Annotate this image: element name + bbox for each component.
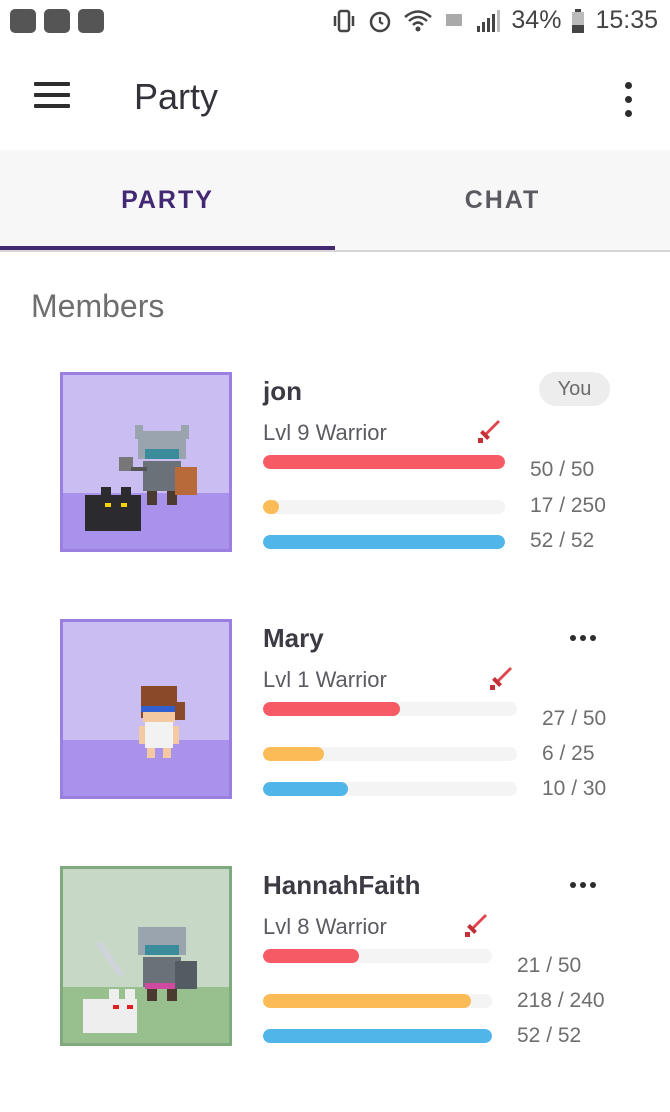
experience-value: 218 / 240 — [517, 989, 605, 1012]
mana-bar-fill — [263, 535, 505, 549]
experience-bar-fill — [263, 747, 324, 761]
health-value: 50 / 50 — [530, 458, 595, 481]
mana-bar — [263, 782, 517, 796]
member-name: HannahFaith — [263, 870, 421, 900]
experience-bar — [263, 500, 505, 514]
vibrate-icon — [334, 9, 355, 32]
tab-party[interactable]: PARTY — [0, 150, 335, 250]
experience-bar-fill — [263, 994, 471, 1008]
member-card-mary[interactable]: Mary Lvl 1 Warrior 27 / 50 6 / 25 10 / 3… — [0, 619, 670, 809]
health-bar — [263, 455, 505, 469]
member-options-icon[interactable] — [570, 880, 596, 890]
clock-time: 15:35 — [595, 6, 658, 34]
health-bar — [263, 702, 517, 716]
warrior-avatar-sprite — [83, 927, 197, 1033]
member-level-class: Lvl 9 Warrior — [263, 420, 387, 445]
notification-icons — [10, 9, 104, 33]
member-name: Mary — [263, 623, 324, 653]
activity-notification-icon — [44, 9, 70, 33]
you-badge: You — [539, 372, 610, 406]
mana-bar — [263, 1029, 492, 1043]
battery-percent: 34% — [511, 6, 562, 34]
health-bar-fill — [263, 702, 401, 716]
health-bar-fill — [263, 949, 360, 963]
warrior-sword-icon — [490, 667, 512, 690]
warrior-sword-icon — [478, 420, 500, 443]
health-bar — [263, 949, 492, 963]
mana-value: 10 / 30 — [542, 777, 607, 800]
mana-bar-fill — [263, 1029, 492, 1043]
tab-bar: PARTY CHAT — [0, 150, 670, 252]
hamburger-menu-icon[interactable] — [34, 82, 70, 110]
wifi-icon — [404, 9, 433, 31]
mana-bar-fill — [263, 782, 348, 796]
overflow-menu-icon[interactable] — [620, 80, 636, 120]
member-name: jon — [263, 376, 302, 406]
member-level-class: Lvl 1 Warrior — [263, 667, 387, 692]
warrior-avatar-sprite — [139, 686, 185, 758]
warrior-avatar-sprite — [85, 425, 197, 531]
habitica-notification-icon — [10, 9, 36, 33]
member-level-class: Lvl 8 Warrior — [263, 914, 387, 939]
mana-bar — [263, 535, 505, 549]
experience-value: 6 / 25 — [542, 742, 595, 765]
page-title: Party — [134, 76, 219, 117]
warrior-sword-icon — [465, 914, 487, 937]
health-value: 27 / 50 — [542, 707, 607, 730]
app-bar: Party — [0, 46, 670, 150]
members-section-title: Members — [31, 288, 165, 324]
member-avatar[interactable] — [60, 619, 232, 799]
experience-bar-fill — [263, 500, 280, 514]
member-card-hannahfaith[interactable]: HannahFaith Lvl 8 Warrior 21 / 50 218 / … — [0, 866, 670, 1056]
health-bar-fill — [263, 455, 505, 469]
alarm-icon — [370, 11, 391, 32]
tab-selected-indicator — [0, 246, 335, 250]
mana-value: 52 / 52 — [530, 529, 595, 552]
habitica-notification-icon-2 — [78, 9, 104, 33]
tab-chat[interactable]: CHAT — [335, 150, 670, 250]
experience-value: 17 / 250 — [530, 494, 606, 517]
experience-bar — [263, 747, 517, 761]
no-sim-icon — [446, 13, 463, 26]
mana-value: 52 / 52 — [517, 1024, 582, 1047]
member-options-icon[interactable] — [570, 633, 596, 643]
system-status: 34% 15:35 — [331, 6, 658, 35]
experience-bar — [263, 994, 492, 1008]
signal-icon — [477, 9, 501, 32]
status-bar: 34% 15:35 — [0, 0, 670, 46]
member-avatar[interactable] — [60, 866, 232, 1046]
member-avatar[interactable] — [60, 372, 232, 552]
battery-icon — [572, 8, 585, 33]
member-card-jon[interactable]: jon You Lvl 9 Warrior 50 / 50 17 / 250 5… — [0, 372, 670, 562]
health-value: 21 / 50 — [517, 954, 582, 977]
